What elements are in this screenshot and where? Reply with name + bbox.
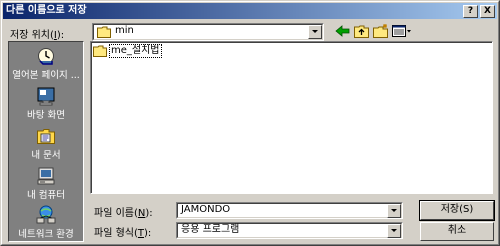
file-name-label: 파일 이름(N): — [94, 208, 153, 219]
file-type-dropdown-arrow[interactable] — [387, 224, 401, 238]
title-bar[interactable]: 다른 이름으로 저장 ? X — [3, 3, 497, 19]
desktop-icon — [37, 87, 55, 106]
new-folder-icon[interactable] — [372, 23, 390, 39]
save-in-dropdown-arrow[interactable] — [308, 25, 322, 39]
save-as-dialog: 다른 이름으로 저장 ? X 저장 위치(I): min 열어본 페이지 ...… — [0, 0, 500, 246]
place-label: 바탕 화면 — [27, 110, 65, 121]
my-computer-icon — [37, 167, 55, 185]
save-in-label: 저장 위치(I): — [10, 30, 65, 41]
view-menu-icon[interactable] — [391, 23, 413, 39]
file-name: me_설치법 — [109, 44, 162, 58]
places-bar: 열어본 페이지 ... 바탕 화면 내 문서 내 컴퓨터 네트워크 환경 — [8, 41, 84, 242]
window-title: 다른 이름으로 저장 — [6, 5, 87, 16]
place-network[interactable]: 네트워크 환경 — [9, 205, 83, 243]
save-button[interactable]: 저장(S) — [419, 200, 495, 221]
place-label: 열어본 페이지 ... — [12, 70, 80, 81]
place-desktop[interactable]: 바탕 화면 — [9, 86, 83, 124]
file-list[interactable]: me_설치법 — [90, 41, 493, 194]
save-in-combo[interactable]: min — [92, 23, 324, 41]
network-icon — [36, 205, 56, 224]
place-my-documents[interactable]: 내 문서 — [9, 126, 83, 164]
my-documents-icon — [37, 129, 55, 144]
folder-open-icon — [97, 26, 111, 38]
back-arrow-icon[interactable] — [334, 23, 352, 39]
cancel-button[interactable]: 취소 — [420, 222, 494, 241]
folder-icon — [93, 45, 107, 57]
file-type-value: 응용 프로그램 — [181, 224, 240, 235]
history-icon — [38, 48, 54, 65]
up-folder-icon[interactable] — [353, 23, 371, 39]
file-name-input[interactable]: JAMONDO — [176, 202, 403, 219]
file-name-value: JAMONDO — [181, 204, 231, 215]
place-history[interactable]: 열어본 페이지 ... — [9, 46, 83, 84]
save-in-value: min — [115, 25, 134, 36]
place-my-computer[interactable]: 내 컴퓨터 — [9, 166, 83, 204]
help-button[interactable]: ? — [463, 5, 478, 18]
place-label: 네트워크 환경 — [18, 229, 74, 240]
file-type-select[interactable]: 응용 프로그램 — [176, 222, 403, 239]
place-label: 내 문서 — [31, 150, 61, 161]
close-button[interactable]: X — [480, 5, 495, 18]
file-name-dropdown-arrow[interactable] — [387, 204, 401, 218]
place-label: 내 컴퓨터 — [27, 190, 65, 201]
file-type-label: 파일 형식(T): — [94, 228, 152, 239]
